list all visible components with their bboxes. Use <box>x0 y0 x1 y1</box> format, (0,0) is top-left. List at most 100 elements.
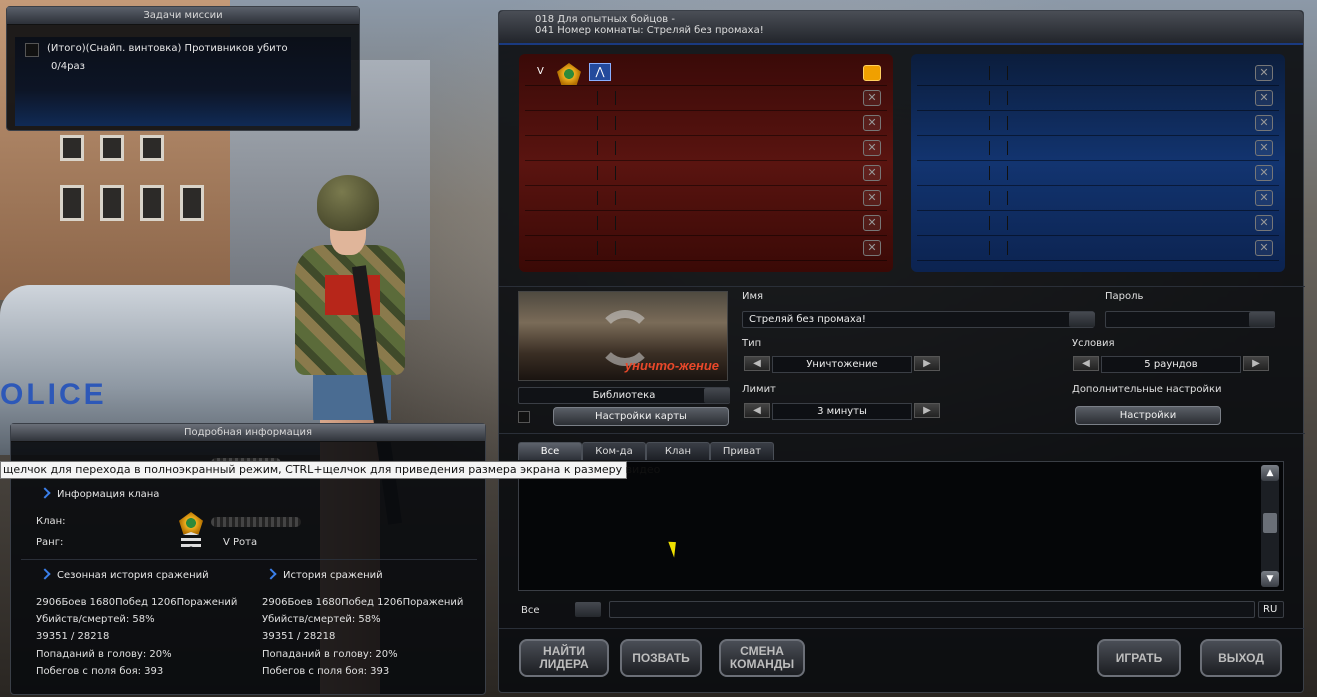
play-button[interactable]: ИГРАТЬ <box>1097 639 1181 677</box>
scroll-up-icon[interactable]: ▲ <box>1261 465 1279 481</box>
extra-settings-label: Дополнительные настройки <box>1072 384 1222 395</box>
name-label: Имя <box>742 291 764 302</box>
scroll-thumb[interactable] <box>1263 513 1277 533</box>
close-slot-icon[interactable]: ✕ <box>1255 190 1273 206</box>
find-leader-button[interactable]: НАЙТИ ЛИДЕРА <box>519 639 609 677</box>
slot-divider <box>1007 166 1008 180</box>
close-slot-icon[interactable]: ✕ <box>863 190 881 206</box>
red-team-slot[interactable]: ✕ <box>525 162 887 186</box>
clan-info-section: Информация клана <box>39 487 160 500</box>
type-next-arrow[interactable]: ▶ <box>914 356 940 371</box>
mission-panel: Задачи миссии (Итого)(Снайп. винтовка) П… <box>6 6 360 131</box>
edit-name-icon[interactable] <box>1069 312 1095 327</box>
conditions-next-arrow[interactable]: ▶ <box>1243 356 1269 371</box>
blue-team-slot[interactable]: ✕ <box>917 237 1279 261</box>
close-slot-icon[interactable]: ✕ <box>863 90 881 106</box>
exit-button[interactable]: ВЫХОД <box>1200 639 1282 677</box>
type-value: Уничтожение <box>772 356 912 373</box>
limit-label: Лимит <box>742 384 776 395</box>
language-indicator[interactable]: RU <box>1258 601 1284 618</box>
edit-password-icon[interactable] <box>1249 312 1275 327</box>
close-slot-icon[interactable]: ✕ <box>1255 90 1273 106</box>
limit-prev-arrow[interactable]: ◀ <box>744 403 770 418</box>
red-team-slot[interactable]: ✕ <box>525 137 887 161</box>
red-team-slot[interactable]: ✕ <box>525 237 887 261</box>
chevron-right-icon <box>39 568 51 580</box>
blue-team-slot[interactable]: ✕ <box>917 112 1279 136</box>
map-thumbnail[interactable]: уничто-жение <box>518 291 728 381</box>
chat-tab-team[interactable]: Ком-да <box>582 442 646 460</box>
blue-team-list: ✕ ✕ ✕ ✕ ✕ ✕ ✕ ✕ <box>911 54 1285 272</box>
map-checkbox[interactable] <box>518 411 530 423</box>
mission-task: (Итого)(Снайп. винтовка) Противников уби… <box>47 43 288 54</box>
room-panel: 018 Для опытных бойцов - 041 Номер комна… <box>498 10 1305 693</box>
change-team-button[interactable]: СМЕНА КОМАНДЫ <box>719 639 805 677</box>
history-title: История сражений <box>283 570 383 581</box>
slot-divider <box>1007 66 1008 80</box>
blue-team-slot[interactable]: ✕ <box>917 212 1279 236</box>
red-team-slot[interactable]: ✕ <box>525 187 887 211</box>
type-prev-arrow[interactable]: ◀ <box>744 356 770 371</box>
close-slot-icon[interactable]: ✕ <box>863 140 881 156</box>
clan-info-title: Информация клана <box>57 489 160 500</box>
red-team-slot[interactable]: ✕ <box>525 112 887 136</box>
blue-team-slot[interactable]: ✕ <box>917 87 1279 111</box>
dropdown-arrow-icon[interactable] <box>575 602 601 617</box>
fullscreen-tooltip: щелчок для перехода в полноэкранный режи… <box>0 461 660 479</box>
close-slot-icon[interactable]: ✕ <box>1255 215 1273 231</box>
close-slot-icon[interactable]: ✕ <box>863 215 881 231</box>
close-slot-icon[interactable]: ✕ <box>1255 140 1273 156</box>
close-slot-icon[interactable]: ✕ <box>863 115 881 131</box>
close-slot-icon[interactable]: ✕ <box>863 165 881 181</box>
slot-divider <box>597 166 598 180</box>
season-history-title: Сезонная история сражений <box>57 570 209 581</box>
red-team-slot[interactable]: ✕ <box>525 212 887 236</box>
scroll-down-icon[interactable]: ▼ <box>1261 571 1279 587</box>
total-stat-kills: 39351 / 28218 <box>262 631 336 642</box>
slot-divider <box>1007 116 1008 130</box>
slot-divider <box>989 116 990 130</box>
police-text: OLICE <box>0 378 107 411</box>
slot-divider <box>597 116 598 130</box>
blue-team-slot[interactable]: ✕ <box>917 187 1279 211</box>
chat-input[interactable] <box>609 601 1255 618</box>
mission-checkbox[interactable] <box>25 43 39 57</box>
map-mode-label: уничто-жение <box>624 358 719 373</box>
chat-scrollbar[interactable]: ▲ ▼ <box>1261 465 1279 587</box>
building-window <box>140 185 164 221</box>
chat-tab-private[interactable]: Приват <box>710 442 774 460</box>
chat-channel-select[interactable]: Все <box>521 605 540 616</box>
host-slot-icon[interactable] <box>863 65 881 81</box>
red-team-slot[interactable]: ✕ <box>525 87 887 111</box>
close-slot-icon[interactable]: ✕ <box>1255 240 1273 256</box>
slot-divider <box>615 91 616 105</box>
close-slot-icon[interactable]: ✕ <box>1255 115 1273 131</box>
slot-divider <box>615 216 616 230</box>
blue-team-slot[interactable]: ✕ <box>917 137 1279 161</box>
red-team-list: V ⋀ ✕ ✕ ✕ ✕ ✕ ✕ ✕ <box>519 54 893 272</box>
chat-tab-all[interactable]: Все <box>518 442 582 460</box>
slot-divider <box>989 141 990 155</box>
history-section: История сражений <box>265 568 383 581</box>
dropdown-arrow-icon[interactable] <box>704 388 730 403</box>
conditions-prev-arrow[interactable]: ◀ <box>1073 356 1099 371</box>
season-stat-kd: Убийств/смертей: 58% <box>36 614 155 625</box>
map-library-select[interactable]: Библиотека <box>518 387 730 404</box>
chat-log[interactable]: ▲ ▼ <box>518 461 1284 591</box>
room-name-field[interactable]: Стреляй без промаха! <box>742 311 1094 328</box>
total-stat-battles: 2906Боев 1680Побед 1206Поражений <box>262 597 464 608</box>
slot-divider <box>1007 216 1008 230</box>
blue-team-slot[interactable]: ✕ <box>917 162 1279 186</box>
invite-button[interactable]: ПОЗВАТЬ <box>620 639 702 677</box>
close-slot-icon[interactable]: ✕ <box>1255 65 1273 81</box>
extra-settings-button[interactable]: Настройки <box>1075 406 1221 425</box>
slot-divider <box>597 191 598 205</box>
limit-next-arrow[interactable]: ▶ <box>914 403 940 418</box>
map-settings-button[interactable]: Настройки карты <box>553 407 729 426</box>
red-team-slot[interactable]: V ⋀ <box>525 62 887 86</box>
close-slot-icon[interactable]: ✕ <box>863 240 881 256</box>
rank-insignia-icon <box>181 532 201 550</box>
close-slot-icon[interactable]: ✕ <box>1255 165 1273 181</box>
blue-team-slot[interactable]: ✕ <box>917 62 1279 86</box>
chat-tab-clan[interactable]: Клан <box>646 442 710 460</box>
